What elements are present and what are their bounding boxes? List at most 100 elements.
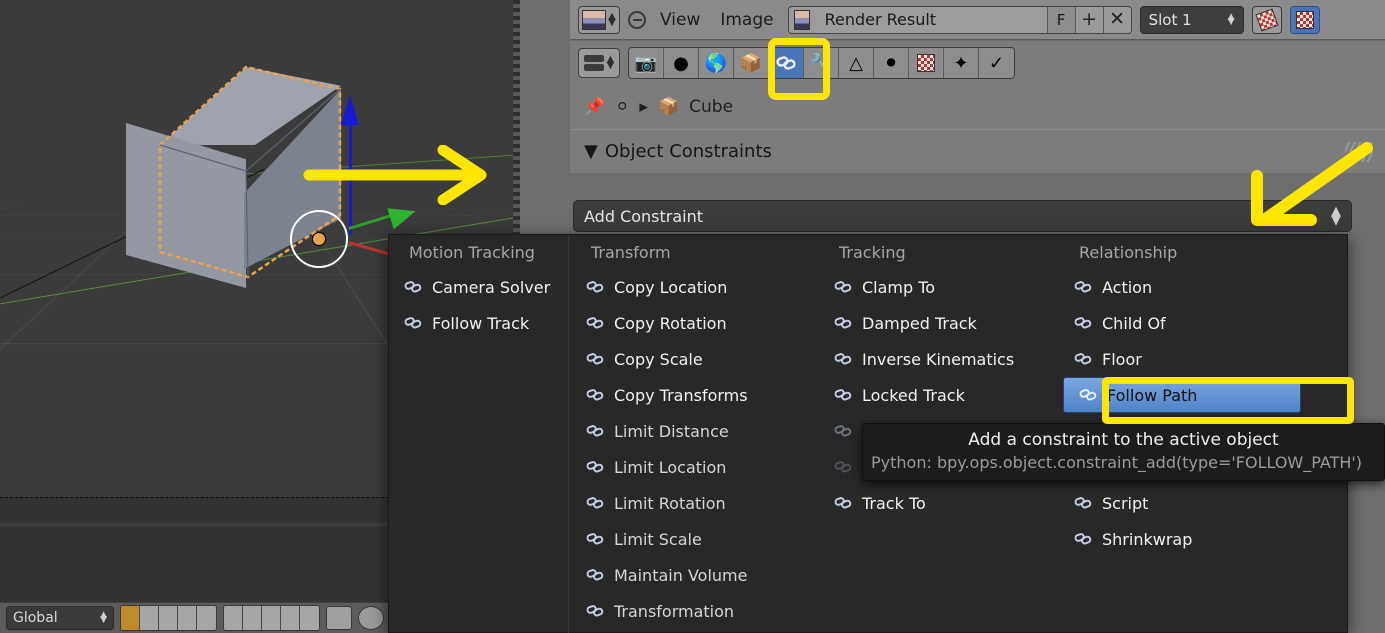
link-chain-icon xyxy=(1073,315,1093,331)
menu-column-transform: Transform Copy Location Copy Rotation Co… xyxy=(571,235,819,633)
image-datablock-selector[interactable]: Render Result F + ✕ xyxy=(787,5,1132,34)
link-chain-icon xyxy=(585,387,605,403)
lock-layers-button[interactable] xyxy=(326,606,352,630)
menu-item-label: Track To xyxy=(862,493,926,513)
menu-item-label: Copy Rotation xyxy=(614,313,727,333)
image-datablock-name[interactable]: Render Result xyxy=(814,6,1047,33)
transform-orientation-label: Global xyxy=(13,610,58,626)
panel-disclosure-triangle-icon[interactable]: ▼ xyxy=(584,141,598,162)
menu-view[interactable]: View xyxy=(654,10,706,30)
menu-column-title: Tracking xyxy=(839,243,906,262)
layer-buttons-group-2[interactable] xyxy=(223,605,320,631)
link-chain-icon xyxy=(585,603,605,619)
menu-item-child-of[interactable]: Child Of xyxy=(1059,305,1309,341)
tab-render-layers[interactable]: ● xyxy=(664,48,699,78)
tab-object-data[interactable]: △ xyxy=(839,48,874,78)
menu-item-limit-distance[interactable]: Limit Distance xyxy=(571,413,819,449)
menu-item-label: Shrinkwrap xyxy=(1102,529,1193,549)
menu-item-action[interactable]: Action xyxy=(1059,269,1309,305)
menu-item-label: Follow Track xyxy=(432,313,530,333)
image-datablock-icon xyxy=(788,6,815,33)
image-editor-header: ▲ ▼ View Image Render Result F + ✕ Slot 1… xyxy=(570,0,1385,40)
link-chain-icon xyxy=(585,315,605,331)
layer-buttons-group-1[interactable] xyxy=(120,605,217,631)
menu-item-limit-scale[interactable]: Limit Scale xyxy=(571,521,819,557)
tab-material[interactable]: ⚫ xyxy=(874,48,909,78)
menu-item-track-to[interactable]: Track To xyxy=(819,485,1059,521)
proportional-edit-button[interactable] xyxy=(358,606,384,630)
tooltip-description: Add a constraint to the active object xyxy=(968,430,1279,450)
link-chain-icon xyxy=(1073,531,1093,547)
scene-icon[interactable]: ⚪ xyxy=(615,97,629,117)
menu-item-label: Clamp To xyxy=(862,277,936,297)
link-chain-icon xyxy=(833,459,853,475)
menu-item-locked-track[interactable]: Locked Track xyxy=(819,377,1059,413)
link-chain-icon xyxy=(585,279,605,295)
render-slot-select[interactable]: Slot 1 ▲ ▼ xyxy=(1139,5,1244,34)
menu-item-maintain-volume[interactable]: Maintain Volume xyxy=(571,557,819,593)
menu-item-label: Action xyxy=(1102,277,1153,297)
menu-item-label: Camera Solver xyxy=(432,277,551,297)
properties-editor-type-icon[interactable]: ▲ ▼ xyxy=(578,48,620,78)
menu-item-limit-location[interactable]: Limit Location xyxy=(571,449,819,485)
new-image-button[interactable]: + xyxy=(1074,6,1103,33)
pin-icon[interactable]: 📌 xyxy=(584,97,605,117)
tab-particles[interactable]: ✦ xyxy=(944,48,979,78)
menu-item-copy-scale[interactable]: Copy Scale xyxy=(571,341,819,377)
link-chain-icon xyxy=(833,315,853,331)
menu-item-copy-rotation[interactable]: Copy Rotation xyxy=(571,305,819,341)
link-chain-icon xyxy=(403,315,423,331)
menu-column-motion-tracking: Motion Tracking Camera Solver Follow Tra… xyxy=(389,235,569,633)
breadcrumb: 📌 ⚪ ▸ 📦 Cube xyxy=(570,85,1385,129)
tab-world[interactable]: 📦 xyxy=(734,48,769,78)
annotation-arrow-viewport xyxy=(303,144,503,209)
no-mode-icon[interactable] xyxy=(628,10,646,29)
link-chain-icon xyxy=(585,459,605,475)
tab-texture[interactable] xyxy=(909,48,944,78)
menu-item-floor[interactable]: Floor xyxy=(1059,341,1309,377)
menu-item-limit-rotation[interactable]: Limit Rotation xyxy=(571,485,819,521)
tooltip: Add a constraint to the active object Py… xyxy=(862,423,1385,481)
tab-physics[interactable]: ✓ xyxy=(979,48,1014,78)
menu-item-label: Limit Scale xyxy=(614,529,702,549)
menu-item-damped-track[interactable]: Damped Track xyxy=(819,305,1059,341)
link-chain-icon xyxy=(585,423,605,439)
unlink-image-button[interactable]: ✕ xyxy=(1102,6,1131,33)
annotation-box-constraints-tab xyxy=(768,38,830,100)
chevron-updown-icon: ▲ ▼ xyxy=(100,610,107,625)
annotation-box-follow-path xyxy=(1102,377,1354,424)
breadcrumb-object-name[interactable]: Cube xyxy=(689,97,733,117)
menu-item-shrinkwrap[interactable]: Shrinkwrap xyxy=(1059,521,1309,557)
link-chain-icon xyxy=(1078,387,1098,403)
cube-object-icon: 📦 xyxy=(657,97,680,117)
image-editor-type-icon[interactable]: ▲ ▼ xyxy=(578,5,620,34)
menu-item-script[interactable]: Script xyxy=(1059,485,1309,521)
menu-item-transformation[interactable]: Transformation xyxy=(571,593,819,629)
link-chain-icon xyxy=(1073,351,1093,367)
menu-item-label: Copy Location xyxy=(614,277,728,297)
transform-orientation-select[interactable]: Global ▲ ▼ xyxy=(6,606,114,630)
gizmo-z-arrowhead[interactable] xyxy=(341,95,359,125)
link-chain-icon xyxy=(833,495,853,511)
object-origin-point[interactable] xyxy=(312,232,326,246)
menu-column-title: Transform xyxy=(591,243,671,262)
link-chain-icon xyxy=(585,351,605,367)
menu-item-copy-transforms[interactable]: Copy Transforms xyxy=(571,377,819,413)
menu-item-label: Script xyxy=(1102,493,1149,513)
menu-item-copy-location[interactable]: Copy Location xyxy=(571,269,819,305)
fake-user-button[interactable]: F xyxy=(1046,6,1075,33)
menu-item-camera-solver[interactable]: Camera Solver xyxy=(389,269,568,305)
link-chain-icon xyxy=(833,423,853,439)
menu-item-follow-track[interactable]: Follow Track xyxy=(389,305,568,341)
menu-item-clamp-to[interactable]: Clamp To xyxy=(819,269,1059,305)
tab-scene[interactable]: 🌎 xyxy=(699,48,734,78)
color-checker-icon[interactable] xyxy=(1289,5,1320,34)
link-chain-icon xyxy=(833,279,853,295)
menu-image[interactable]: Image xyxy=(714,10,779,30)
image-paint-icon[interactable] xyxy=(1251,5,1282,34)
menu-item-label: Limit Rotation xyxy=(614,493,726,513)
tab-render[interactable]: 📷 xyxy=(629,48,664,78)
menu-item-inverse-kinematics[interactable]: Inverse Kinematics xyxy=(819,341,1059,377)
add-constraint-label: Add Constraint xyxy=(584,206,704,226)
annotation-arrow-panel xyxy=(1235,140,1385,244)
